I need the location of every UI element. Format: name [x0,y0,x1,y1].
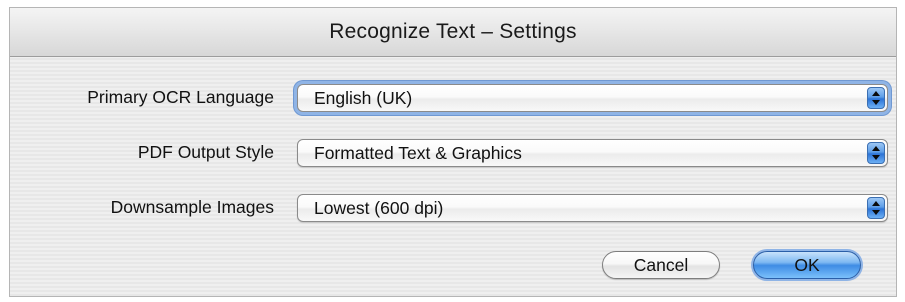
downsample-images-label: Downsample Images [110,197,274,217]
up-down-arrows-icon [867,87,885,109]
pdf-output-style-label: PDF Output Style [137,142,274,162]
pdf-output-style-value: Formatted Text & Graphics [314,143,522,163]
primary-ocr-language-value: English (UK) [314,88,413,108]
pdf-output-style-popup[interactable]: Formatted Text & Graphics [297,139,888,167]
downsample-images-value: Lowest (600 dpi) [314,198,444,218]
primary-ocr-language-popup[interactable]: English (UK) [297,84,888,112]
ok-button[interactable]: OK [753,251,861,279]
dialog-title: Recognize Text – Settings [329,20,577,43]
cancel-button[interactable]: Cancel [602,251,720,279]
primary-ocr-language-label: Primary OCR Language [87,87,274,107]
settings-dialog: Recognize Text – Settings Primary OCR La… [9,7,897,297]
up-down-arrows-icon [867,142,885,164]
dialog-titlebar: Recognize Text – Settings [10,8,896,57]
up-down-arrows-icon [867,197,885,219]
downsample-images-popup[interactable]: Lowest (600 dpi) [297,194,888,222]
